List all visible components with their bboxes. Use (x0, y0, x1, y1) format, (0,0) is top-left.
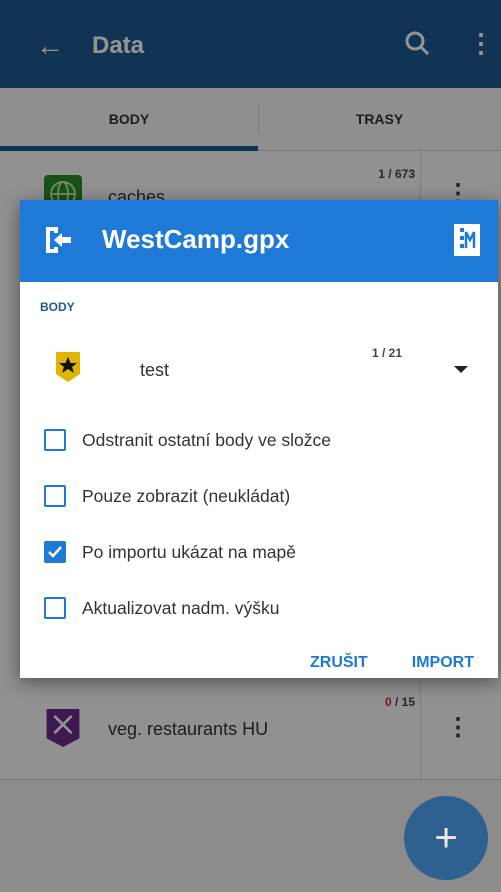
section-label: BODY (40, 300, 75, 314)
option-label: Po importu ukázat na mapě (82, 541, 297, 562)
checkbox-display-only[interactable] (44, 485, 66, 507)
dropdown-arrow-icon[interactable] (454, 366, 468, 373)
checkbox-show-on-map[interactable] (44, 541, 66, 563)
import-button[interactable]: IMPORT (412, 654, 474, 672)
option-label: Odstranit ostatní body ve složce (82, 429, 332, 450)
star-pin-icon (56, 352, 80, 382)
app-screen: ← Data ⋮ BODY TRASY caches 1 / 673 ⋮ veg… (0, 0, 501, 892)
map-icon[interactable] (454, 224, 480, 256)
check-icon (48, 546, 62, 558)
option-display-only[interactable]: Pouze zobrazit (neukládat) (44, 476, 290, 516)
dialog-header: WestCamp.gpx (20, 200, 498, 282)
option-show-on-map[interactable]: Po importu ukázat na mapě (44, 532, 296, 572)
cancel-button[interactable]: ZRUŠIT (310, 654, 368, 672)
option-delete-other[interactable]: Odstranit ostatní body ve složce (44, 420, 331, 460)
import-icon (46, 227, 71, 253)
add-icon: + (434, 815, 458, 860)
option-update-altitude[interactable]: Aktualizovat nadm. výšku (44, 588, 279, 628)
dialog-actions: ZRUŠIT IMPORT (310, 654, 474, 672)
checkbox-delete-other[interactable] (44, 429, 66, 451)
folder-count: 1 / 21 (372, 346, 403, 360)
option-label: Aktualizovat nadm. výšku (82, 597, 280, 618)
import-dialog: WestCamp.gpx BODY test 1 / 21 Odstranit … (20, 200, 498, 678)
dialog-title: WestCamp.gpx (102, 224, 290, 254)
folder-select[interactable]: test 1 / 21 (20, 340, 498, 410)
checkbox-update-altitude[interactable] (44, 597, 66, 619)
folder-select-value: test (140, 360, 170, 380)
add-fab-button[interactable]: + (404, 796, 488, 880)
option-label: Pouze zobrazit (neukládat) (82, 485, 291, 506)
